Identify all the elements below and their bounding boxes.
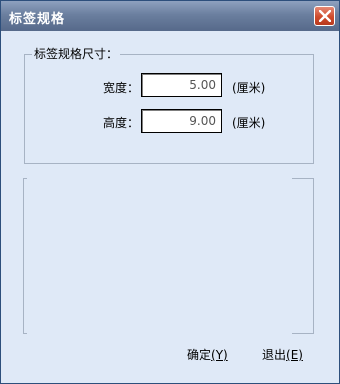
ok-button[interactable]: 确定(Y) <box>187 346 228 363</box>
exit-button[interactable]: 退出(E) <box>262 346 303 363</box>
exit-hotkey: (E) <box>286 348 303 362</box>
height-label: 高度： <box>103 116 140 130</box>
height-unit: (厘米) <box>232 116 266 130</box>
exit-label: 退出 <box>262 348 287 362</box>
groupbox-legend: 标签规格尺寸： <box>32 45 121 62</box>
close-icon <box>319 10 331 22</box>
width-unit: (厘米) <box>232 81 266 95</box>
label-spec-dialog: 标签规格 标签规格尺寸： 宽度： 5.00 (厘米) 高度： 9.00 (厘米)… <box>0 0 340 384</box>
close-button[interactable] <box>314 6 335 26</box>
ok-hotkey: (Y) <box>211 348 228 362</box>
width-input[interactable]: 5.00 <box>141 73 222 97</box>
title-bar[interactable]: 标签规格 <box>1 1 339 31</box>
preview-frame <box>23 178 314 334</box>
window-title: 标签规格 <box>9 12 66 27</box>
height-input[interactable]: 9.00 <box>141 109 222 133</box>
width-label: 宽度： <box>103 81 140 95</box>
ok-label: 确定 <box>187 348 212 362</box>
